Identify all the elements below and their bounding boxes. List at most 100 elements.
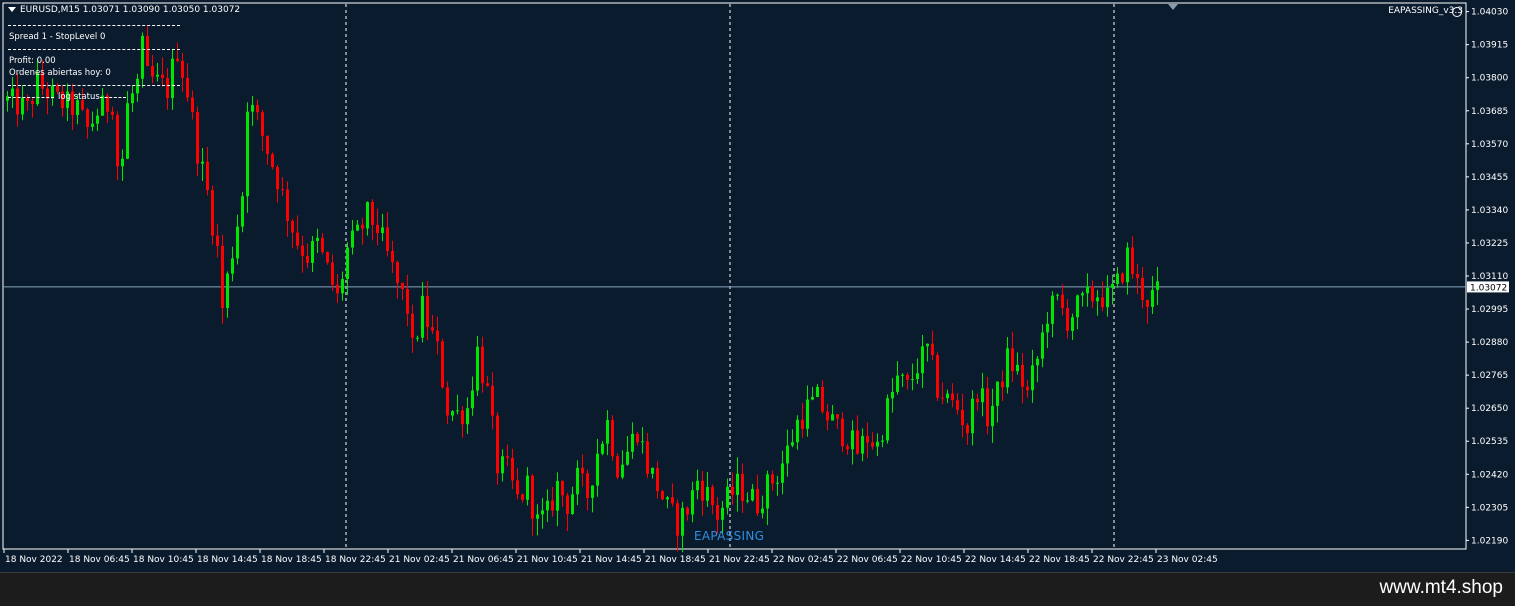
candle-bear [1141, 277, 1144, 300]
time-tick-label: 23 Nov 02:45 [1157, 555, 1218, 565]
candle-bull [851, 430, 854, 450]
candle-bull [1096, 297, 1099, 302]
candle-bull [651, 467, 654, 474]
candle-bear [331, 262, 334, 285]
candle-bear [561, 480, 564, 496]
candle-bear [661, 491, 664, 500]
candle-bull [366, 201, 369, 229]
candle-bull [91, 123, 94, 127]
candle-bull [381, 227, 384, 234]
candle-bear [301, 245, 304, 256]
candle-bear [866, 436, 869, 443]
time-tick-label: 18 Nov 2022 [5, 555, 63, 565]
candle-bear [941, 397, 944, 399]
time-tick-label: 18 Nov 18:45 [261, 555, 322, 565]
candle-bull [1056, 294, 1059, 296]
caret-down-icon[interactable] [8, 7, 16, 12]
candle-bear [731, 486, 734, 495]
candle-bull [556, 480, 559, 511]
price-tick-label: 1.02535 [1471, 437, 1508, 447]
candles [6, 25, 1159, 553]
candle-bull [576, 467, 579, 495]
chart-window[interactable]: 1.04030 1.03915 1.03800 1.03685 1.03570 1.034… [0, 0, 1515, 572]
price-chart[interactable]: 1.04030 1.03915 1.03800 1.03685 1.03570 1.034… [0, 0, 1515, 572]
candle-bull [501, 456, 504, 474]
price-axis: 1.04030 1.03915 1.03800 1.03685 1.03570 1.034… [1466, 8, 1508, 546]
candle-bull [786, 445, 789, 464]
candle-bull [316, 237, 319, 241]
candle-bull [666, 497, 669, 500]
candle-bull [1081, 293, 1084, 296]
smiley-icon[interactable] [1452, 7, 1462, 17]
candle-bull [606, 419, 609, 444]
candle-bull [901, 374, 904, 376]
candle-bear [271, 154, 274, 168]
price-tick-label: 1.02305 [1471, 503, 1508, 513]
candle-bull [681, 507, 684, 536]
candle-bull [896, 375, 899, 392]
candle-bear [611, 419, 614, 457]
time-tick-label: 22 Nov 10:45 [901, 555, 962, 565]
price-tick-label: 1.03570 [1471, 140, 1508, 150]
candle-bear [431, 327, 434, 331]
price-tick-label: 1.02765 [1471, 371, 1508, 381]
candle-bull [121, 158, 124, 167]
candle-bear [1026, 386, 1029, 391]
profit-text: Profit: 0.00 [9, 56, 56, 66]
time-tick-label: 22 Nov 22:45 [1093, 555, 1154, 565]
candle-bear [521, 494, 524, 500]
candle-bear [1146, 299, 1149, 307]
candle-bull [726, 486, 729, 508]
time-tick-label: 21 Nov 22:45 [709, 555, 770, 565]
candle-bull [456, 410, 459, 412]
candle-bear [181, 60, 184, 78]
candle-bull [1111, 283, 1114, 288]
price-tick-label: 1.02420 [1471, 470, 1508, 480]
time-tick-label: 18 Nov 22:45 [325, 555, 386, 565]
site-url[interactable]: www.mt4.shop [1379, 577, 1503, 599]
candle-bull [136, 78, 139, 94]
candle-bear [56, 85, 59, 92]
candle-bull [706, 487, 709, 501]
candle-bull [631, 433, 634, 452]
candle-bear [646, 441, 649, 474]
candle-bull [251, 104, 254, 112]
candle-bull [226, 273, 229, 308]
candle-bull [241, 196, 244, 227]
candle-bull [246, 111, 249, 197]
candle-bull [171, 58, 174, 99]
candle-bear [206, 161, 209, 191]
candle-bull [1031, 365, 1034, 391]
candle-bull [996, 381, 999, 406]
candle-bull [351, 230, 354, 248]
symbol-title: EURUSD,M15 1.03071 1.03090 1.03050 1.030… [8, 5, 240, 15]
candle-bull [1041, 332, 1044, 359]
current-price-tag: 1.03072 [1467, 281, 1509, 293]
candle-bear [221, 245, 224, 308]
candle-bull [1046, 323, 1049, 333]
candle-bull [971, 398, 974, 434]
candle-bear [616, 456, 619, 478]
candle-bear [516, 480, 519, 495]
candle-bear [361, 224, 364, 229]
candle-bear [321, 237, 324, 253]
candle-bear [371, 201, 374, 225]
candle-bull [11, 88, 14, 97]
candle-bear [216, 235, 219, 246]
candle-bear [436, 330, 439, 342]
candle-bear [336, 284, 339, 294]
candle-bull [346, 247, 349, 279]
time-tick-label: 21 Nov 02:45 [389, 555, 450, 565]
chart-shift-marker [1168, 4, 1178, 10]
candle-bear [146, 35, 149, 67]
candle-bull [571, 494, 574, 514]
candle-bull [1116, 273, 1119, 284]
current-price-label: 1.03072 [1470, 283, 1507, 293]
candle-bear [686, 507, 689, 515]
candle-bear [961, 409, 964, 426]
symbol-line: EURUSD,M15 1.03071 1.03090 1.03050 1.030… [20, 5, 241, 15]
candle-bear [986, 388, 989, 427]
candle-bear [841, 418, 844, 447]
price-tick-label: 1.03685 [1471, 107, 1508, 117]
candle-bull [781, 463, 784, 483]
